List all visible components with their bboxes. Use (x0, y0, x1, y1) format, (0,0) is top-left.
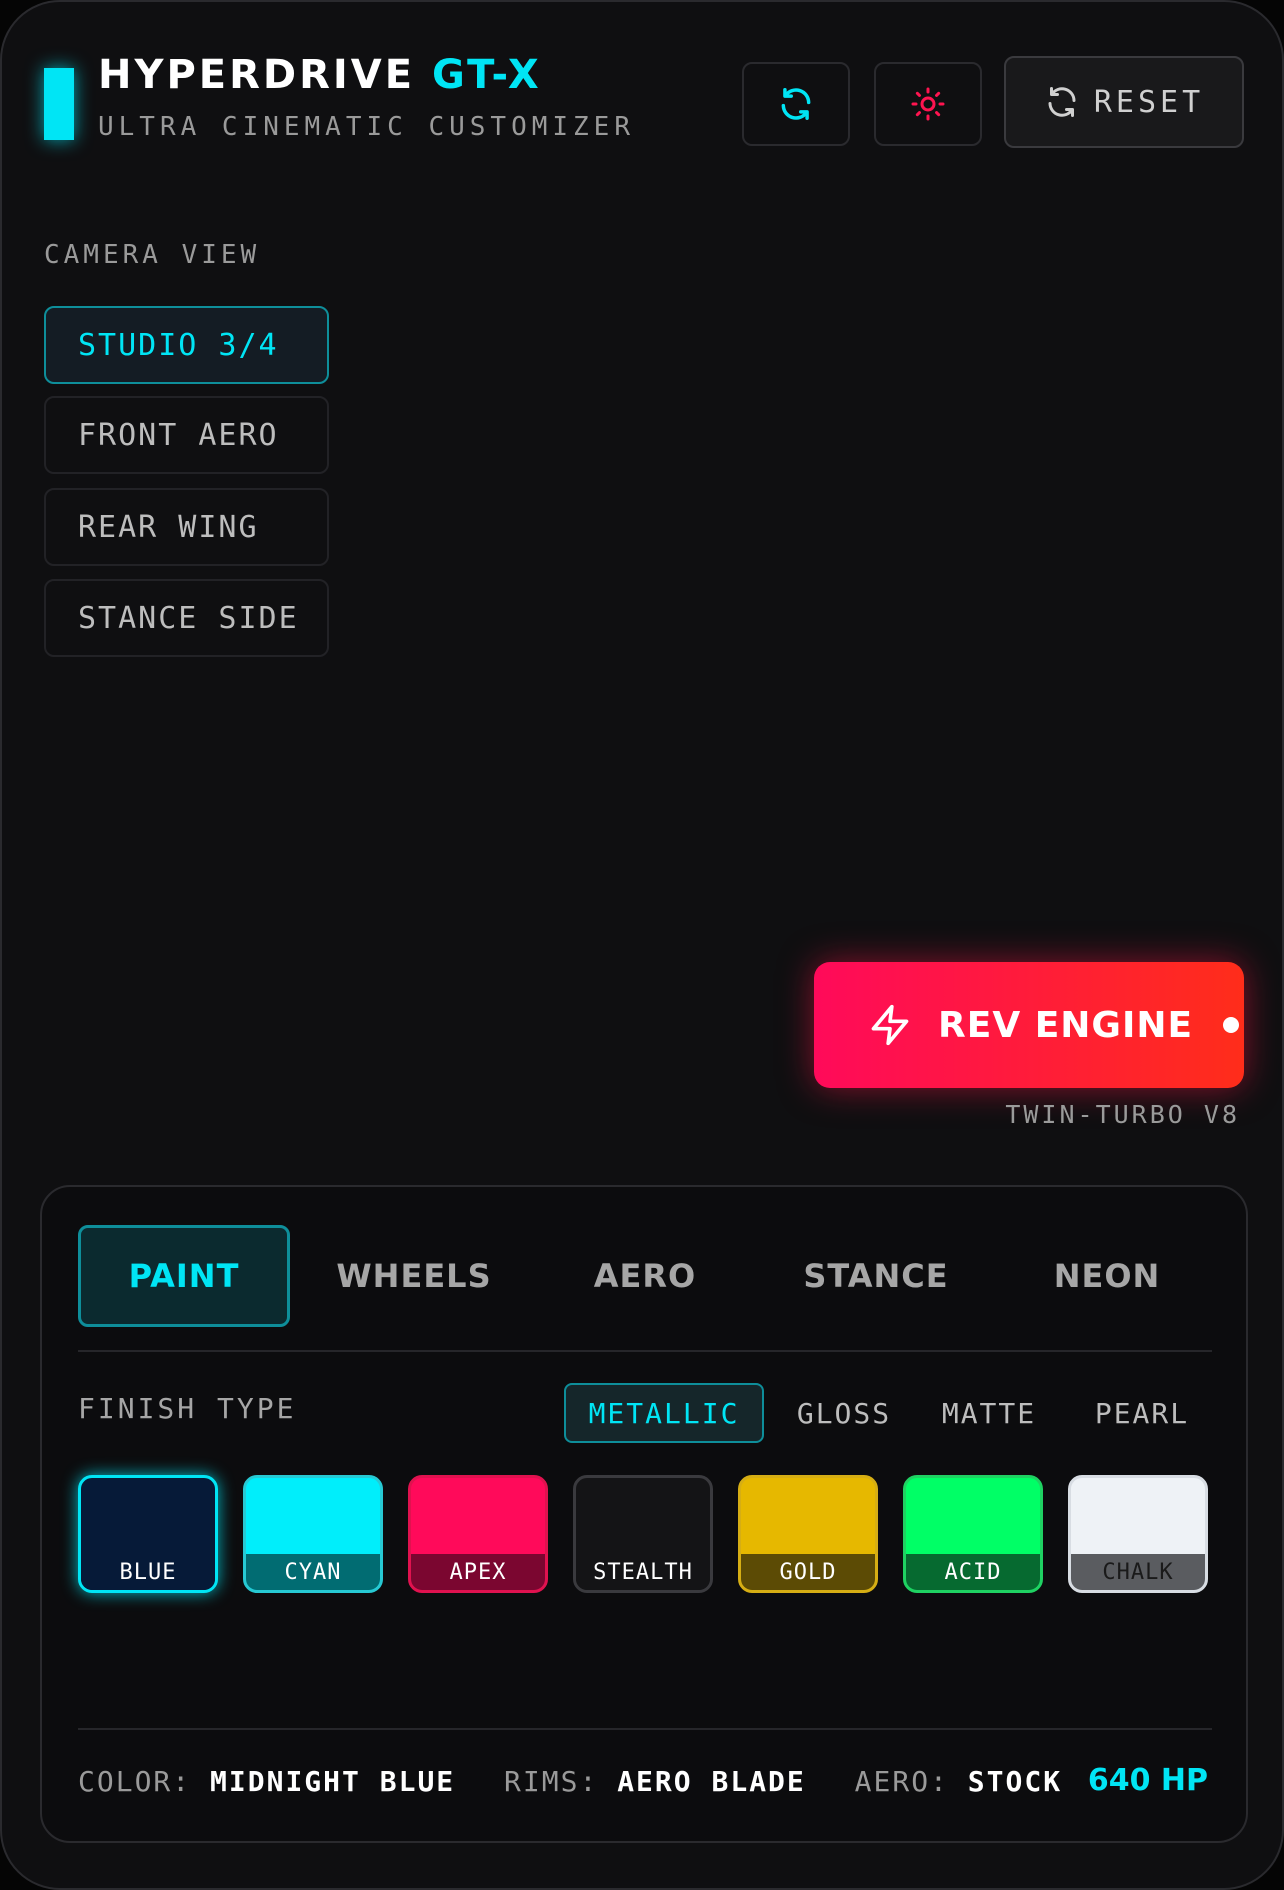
swatch-cyan[interactable]: CYAN (243, 1475, 383, 1593)
summary-color-value: MIDNIGHT BLUE (210, 1765, 456, 1798)
swatch-label: ACID (906, 1554, 1040, 1590)
build-summary: COLOR: MIDNIGHT BLUE RIMS: AERO BLADE AE… (78, 1765, 1062, 1798)
refresh-icon (781, 88, 811, 120)
swatch-blue[interactable]: BLUE (78, 1475, 218, 1593)
lighting-button[interactable] (874, 62, 982, 146)
swatch-gold[interactable]: GOLD (738, 1475, 878, 1593)
finish-type-label: FINISH TYPE (78, 1392, 297, 1425)
horsepower-readout: 640 HP (1087, 1763, 1208, 1798)
customizer-app: HYPERDRIVE GT-X ULTRA CINEMATIC CUSTOMIZ… (0, 0, 1284, 1890)
summary-aero-value: STOCK (967, 1765, 1063, 1798)
summary-divider (78, 1728, 1212, 1730)
rev-engine-button[interactable]: REV ENGINE (814, 962, 1244, 1088)
finish-pearl[interactable]: PEARL (1072, 1383, 1212, 1443)
swatch-stealth[interactable]: STEALTH (573, 1475, 713, 1593)
reset-label: RESET (1093, 84, 1205, 120)
title-accent: GT-X (432, 52, 542, 98)
summary-rims-label: RIMS: (504, 1765, 599, 1798)
swatch-label: APEX (411, 1554, 545, 1590)
swatch-label: STEALTH (576, 1554, 710, 1590)
camera-view-front-aero[interactable]: FRONT AERO (44, 396, 329, 474)
tab-neon[interactable]: NEON (1001, 1225, 1213, 1327)
swatch-acid[interactable]: ACID (903, 1475, 1043, 1593)
finish-matte[interactable]: MATTE (924, 1383, 1054, 1443)
tab-aero[interactable]: AERO (539, 1225, 751, 1327)
camera-view-stance-side[interactable]: STANCE SIDE (44, 579, 329, 657)
tab-divider (78, 1350, 1212, 1352)
tab-paint[interactable]: PAINT (78, 1225, 290, 1327)
swatch-label: GOLD (741, 1554, 875, 1590)
app-title: HYPERDRIVE GT-X (98, 52, 542, 98)
swatch-label: CHALK (1071, 1554, 1205, 1590)
title-main: HYPERDRIVE (98, 52, 416, 98)
swatch-label: BLUE (81, 1554, 215, 1590)
swatch-label: CYAN (246, 1554, 380, 1590)
camera-view-label: CAMERA VIEW (44, 240, 261, 270)
lightning-icon (871, 1004, 909, 1046)
swatch-chalk[interactable]: CHALK (1068, 1475, 1208, 1593)
summary-color-label: COLOR: (78, 1765, 192, 1798)
sun-icon (911, 87, 945, 121)
swatch-apex[interactable]: APEX (408, 1475, 548, 1593)
finish-gloss[interactable]: GLOSS (779, 1383, 909, 1443)
refresh-icon (1048, 87, 1076, 117)
camera-view-rear-wing[interactable]: REAR WING (44, 488, 329, 566)
tab-wheels[interactable]: WHEELS (308, 1225, 520, 1327)
summary-rims-value: AERO BLADE (617, 1765, 806, 1798)
tab-stance[interactable]: STANCE (770, 1225, 982, 1327)
reset-button[interactable]: RESET (1004, 56, 1244, 148)
summary-aero-label: AERO: (854, 1765, 949, 1798)
customization-panel: PAINT WHEELS AERO STANCE NEON FINISH TYP… (40, 1185, 1248, 1843)
status-dot (1223, 1017, 1240, 1033)
app-subtitle: ULTRA CINEMATIC CUSTOMIZER (98, 112, 635, 142)
finish-metallic[interactable]: METALLIC (564, 1383, 764, 1443)
rotate-view-button[interactable] (742, 62, 850, 146)
engine-type-label: TWIN-TURBO V8 (1005, 1100, 1240, 1129)
camera-view-studio[interactable]: STUDIO 3/4 (44, 306, 329, 384)
rev-engine-label: REV ENGINE (938, 1004, 1194, 1046)
brand-accent-bar (44, 68, 74, 140)
